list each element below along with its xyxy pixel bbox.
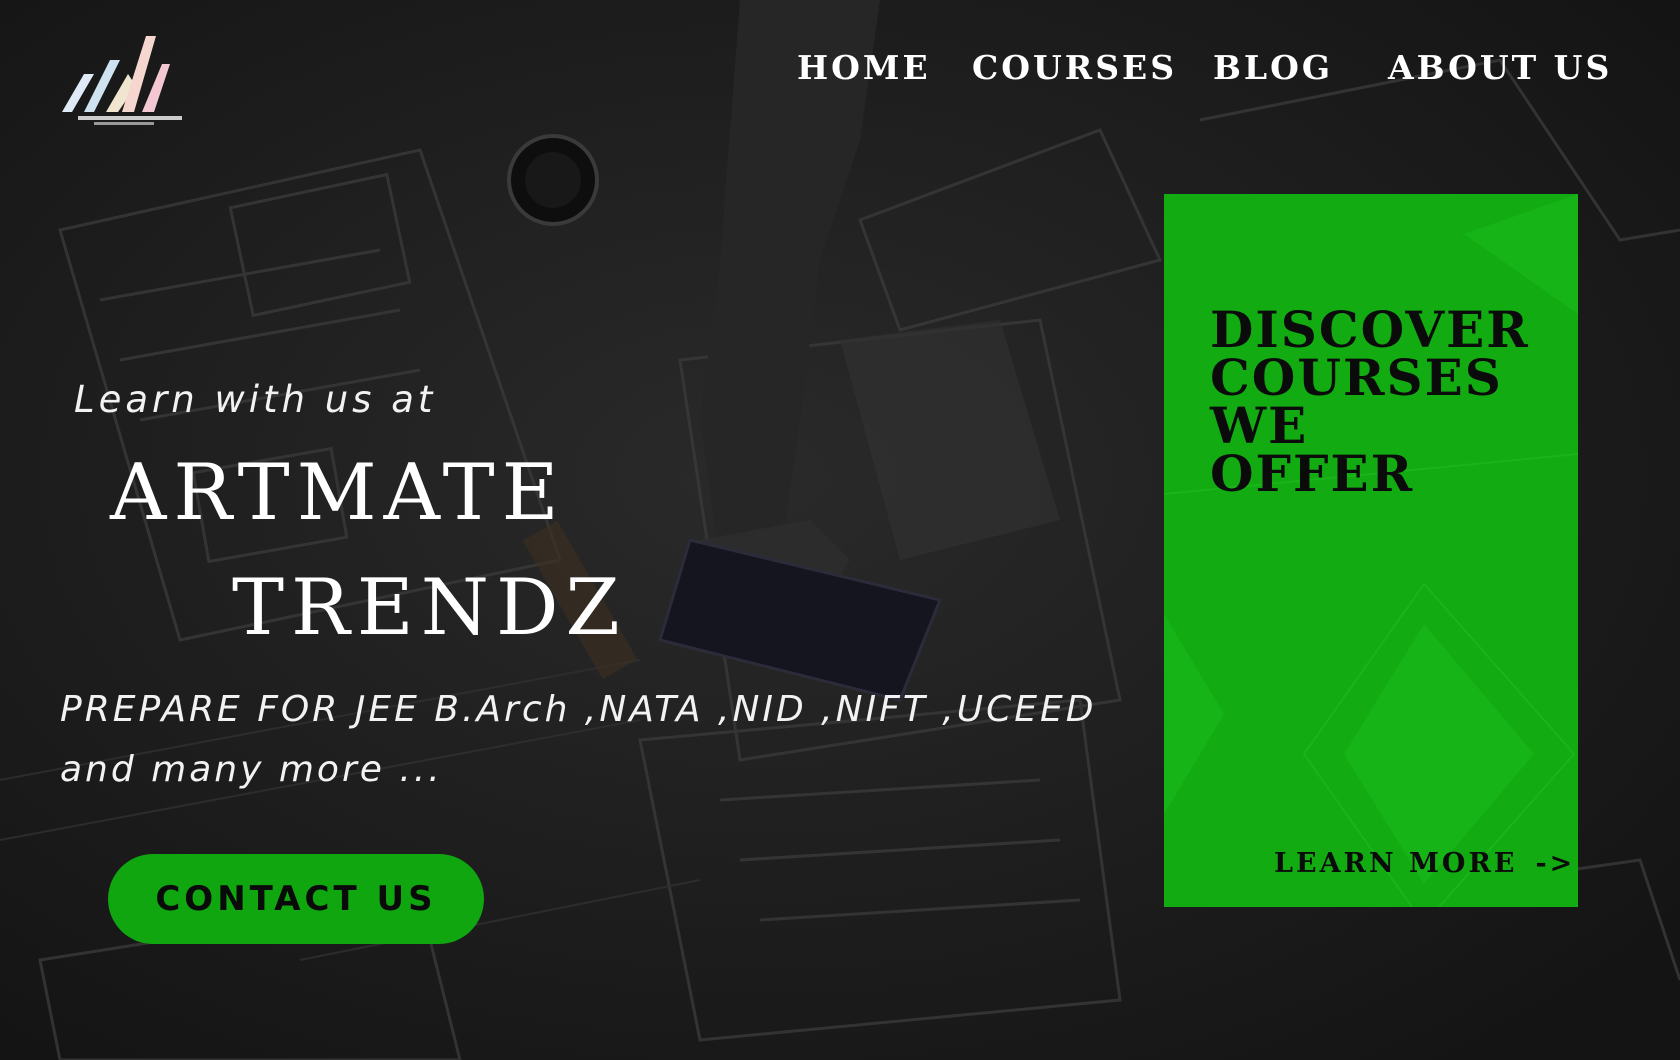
brand-name-line-1: ARTMATE xyxy=(110,448,566,538)
main-nav: HOME COURSES BLOG ABOUT US xyxy=(0,48,1680,98)
contact-us-button[interactable]: CONTACT US xyxy=(108,854,484,944)
learn-more-label: LEARN MORE xyxy=(1274,848,1518,879)
nav-about-us[interactable]: ABOUT US xyxy=(1388,48,1612,87)
hero-intro-text: Learn with us at xyxy=(74,378,437,421)
card-title-line: WE xyxy=(1210,396,1309,455)
card-title: DISCOVER COURSES WE OFFER xyxy=(1210,300,1570,503)
discover-courses-card[interactable]: DISCOVER COURSES WE OFFER LEARN MORE -> xyxy=(1164,194,1578,907)
learn-more-link[interactable]: LEARN MORE -> xyxy=(1274,848,1575,879)
hero-subtitle: PREPARE FOR JEE B.Arch ,NATA ,NID ,NIFT … xyxy=(60,680,1100,800)
hero-subtitle-line-2: and many more ... xyxy=(60,749,443,790)
hero-subtitle-line-1: PREPARE FOR JEE B.Arch ,NATA ,NID ,NIFT … xyxy=(60,689,1097,730)
nav-courses[interactable]: COURSES xyxy=(972,48,1177,87)
nav-home[interactable]: HOME xyxy=(797,48,931,87)
nav-blog[interactable]: BLOG xyxy=(1213,48,1333,87)
card-title-line: COURSES xyxy=(1210,348,1503,407)
arrow-right-icon: -> xyxy=(1535,848,1576,879)
card-title-line: DISCOVER xyxy=(1210,300,1530,359)
brand-name-line-2: TRENDZ xyxy=(232,563,627,653)
card-title-line: OFFER xyxy=(1210,444,1415,503)
